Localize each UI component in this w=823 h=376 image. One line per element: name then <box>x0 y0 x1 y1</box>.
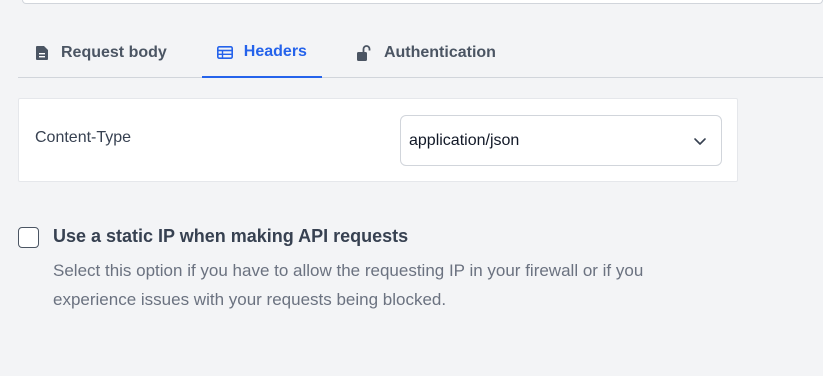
tab-label: Headers <box>243 43 307 60</box>
tab-authentication[interactable]: Authentication <box>342 28 511 77</box>
static-ip-description: Select this option if you have to allow … <box>53 261 644 309</box>
tab-headers[interactable]: Headers <box>201 28 322 78</box>
static-ip-title[interactable]: Use a static IP when making API requests <box>53 226 408 247</box>
header-row: Content-Type application/json <box>18 98 738 182</box>
tab-label: Authentication <box>383 43 496 61</box>
static-ip-checkbox[interactable] <box>18 227 39 248</box>
header-key-label: Content-Type <box>35 129 132 146</box>
unlock-icon <box>357 44 373 61</box>
document-icon <box>34 45 50 61</box>
tab-label: Request body <box>61 43 167 61</box>
tab-bar: Request body Headers Authentication <box>18 28 823 78</box>
header-value: application/json <box>409 131 520 149</box>
table-icon <box>216 44 233 60</box>
tab-request-body[interactable]: Request body <box>18 28 202 77</box>
top-panel-edge <box>22 0 823 4</box>
header-value-select[interactable]: application/json <box>400 115 722 166</box>
chevron-down-icon <box>693 134 707 148</box>
